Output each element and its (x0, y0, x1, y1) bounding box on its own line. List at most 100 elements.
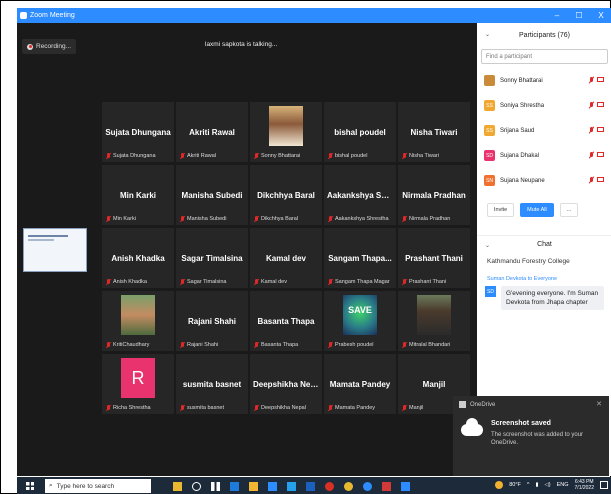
participant-list-item[interactable]: SN Sujana Neupane (477, 168, 611, 193)
clock[interactable]: 6:43 PM 7/1/2022 (575, 479, 594, 491)
app-icon[interactable] (382, 481, 391, 491)
participant-name: bishal poudel (335, 153, 368, 159)
participant-tile[interactable]: Mamata Pandey Mamata Pandey (324, 354, 396, 414)
invite-button[interactable]: Invite (487, 203, 515, 217)
browser-icon[interactable] (344, 481, 353, 491)
participant-list-item[interactable]: Sonny Bhattarai (477, 68, 611, 93)
participant-tile[interactable]: Nisha Tiwari Nisha Tiwari (398, 102, 470, 162)
zoom-meeting-icon[interactable] (401, 481, 410, 491)
participant-tile[interactable]: Mitralal Bhandari (398, 291, 470, 351)
app-icon[interactable] (287, 481, 296, 491)
participant-status-icons (589, 127, 604, 133)
participant-tile[interactable]: susmita basnet susmita basnet (176, 354, 248, 414)
participant-list-item[interactable]: SS Srijana Saud (477, 118, 611, 143)
participant-video (121, 295, 155, 335)
mic-muted-icon (254, 405, 259, 411)
participant-display-name: Kamal dev (265, 254, 307, 263)
participant-tile[interactable]: SAVE Prabesh poudel (324, 291, 396, 351)
participant-name-label: Mitralal Bhandari (402, 342, 468, 348)
more-options-button[interactable]: ... (559, 203, 579, 217)
participant-status-icons (589, 77, 604, 83)
participant-list-item[interactable]: SD Sujana Dhakal (477, 143, 611, 168)
participant-search-input[interactable]: Find a participant (481, 49, 608, 64)
recording-label: Recording... (36, 43, 72, 50)
onedrive-notification[interactable]: OneDrive ✕ Screenshot saved The screensh… (453, 396, 609, 476)
participant-tile[interactable]: Sangam Thapa... Sangam Thapa Magar (324, 228, 396, 288)
participant-tile[interactable]: Rajani Shahi Rajani Shahi (176, 291, 248, 351)
participant-tile[interactable]: Min Karki Min Karki (102, 165, 174, 225)
volume-icon[interactable]: ◁) (545, 482, 551, 488)
network-icon[interactable]: ▮ (536, 482, 539, 488)
participant-tile[interactable]: Deepshikha Nepal Deepshikha Nepal (250, 354, 322, 414)
active-speaker-label: laxmi sapkota is talking... (205, 41, 278, 48)
word-icon[interactable] (306, 481, 315, 491)
participant-tile[interactable]: Nirmala Pradhan Nirmala Pradhan (398, 165, 470, 225)
recording-indicator[interactable]: Recording... (22, 39, 77, 54)
chevron-up-icon[interactable]: ^ (527, 482, 530, 488)
participant-tile[interactable]: Akriti Rawal Akriti Rawal (176, 102, 248, 162)
mute-all-button[interactable]: Mute All (520, 203, 554, 217)
notifications-icon[interactable] (600, 481, 608, 489)
app-thumbnail-icon[interactable] (173, 481, 182, 491)
participant-list-name: Sujana Neupane (500, 177, 545, 184)
mic-muted-icon (254, 153, 259, 159)
close-button[interactable]: X (590, 8, 611, 23)
participant-name-label: Deepshikha Nepal (254, 405, 320, 411)
cortana-icon[interactable] (192, 481, 201, 491)
participant-tile[interactable]: bishal poudel bishal poudel (324, 102, 396, 162)
weather-temp[interactable]: 80°F (509, 482, 521, 488)
taskbar-search-input[interactable]: ⌕ Type here to search (45, 479, 151, 493)
zoom-app-icon (20, 12, 27, 19)
participant-name: Prabesh poudel (335, 342, 374, 348)
participant-name-label: Nirmala Pradhan (402, 216, 468, 222)
mic-muted-icon (589, 127, 594, 133)
participant-avatar: SS (484, 100, 495, 111)
participant-list-item[interactable]: SS Soniya Shrestha (477, 93, 611, 118)
participant-name-label: Manisha Subedi (180, 216, 246, 222)
chrome-icon[interactable] (325, 481, 334, 491)
collapse-chevron-icon[interactable]: ⌄ (485, 31, 490, 38)
video-overlay-text: SAVE (348, 305, 372, 315)
chat-previous-message: Kathmandu Forestry College (487, 258, 570, 265)
participant-display-name: Min Karki (119, 191, 156, 200)
participant-tile[interactable]: Sonny Bhattarai (250, 102, 322, 162)
edge-icon[interactable] (230, 481, 239, 491)
participant-tile[interactable]: KritiChaudhary (102, 291, 174, 351)
weather-icon[interactable] (495, 481, 504, 489)
task-view-icon[interactable] (211, 481, 220, 491)
participant-display-name: Sagar Timalsina (181, 254, 243, 263)
file-explorer-icon[interactable] (249, 481, 258, 491)
participant-avatar: SN (484, 175, 495, 186)
notification-body: The screenshot was added to your OneDriv… (491, 432, 584, 446)
language-indicator[interactable]: ENG (557, 482, 569, 488)
collapse-chevron-icon[interactable]: ⌄ (485, 242, 490, 249)
minimize-button[interactable]: – (546, 8, 568, 23)
maximize-button[interactable]: ☐ (568, 8, 590, 23)
participants-header: ⌄ Participants (76) (477, 23, 611, 47)
participant-name: Nisha Tiwari (409, 153, 439, 159)
participant-tile[interactable]: Sagar Timalsina Sagar Timalsina (176, 228, 248, 288)
participant-tile[interactable]: Manisha Subedi Manisha Subedi (176, 165, 248, 225)
participant-tile[interactable]: Basanta Thapa Basanta Thapa (250, 291, 322, 351)
taskbar-apps (173, 481, 410, 491)
participant-tile[interactable]: Aakankshya Shr... Aakankshya Shrestha (324, 165, 396, 225)
participant-tile[interactable]: Anish Khadka Anish Khadka (102, 228, 174, 288)
mic-muted-icon (328, 405, 333, 411)
participant-name: Mamata Pandey (335, 405, 376, 411)
participant-tile[interactable]: Dikchhya Baral Dikchhya Baral (250, 165, 322, 225)
screen-share-thumbnail[interactable] (23, 228, 87, 272)
participant-name-label: Mamata Pandey (328, 405, 394, 411)
participant-tile[interactable]: Sujata Dhungana Sujata Dhungana (102, 102, 174, 162)
notification-close-icon[interactable]: ✕ (596, 400, 602, 408)
participant-tile[interactable]: Kamal dev Kamal dev (250, 228, 322, 288)
participant-tile[interactable]: R Richa Shrestha (102, 354, 174, 414)
participant-actions: Invite Mute All ... (477, 193, 611, 217)
participant-name: Dikchhya Baral (261, 216, 298, 222)
participant-display-name: Deepshikha Nepal (253, 380, 322, 389)
store-icon[interactable] (268, 481, 277, 491)
windows-start-icon[interactable] (23, 479, 37, 493)
zoom-taskbar-icon[interactable] (363, 481, 372, 491)
participant-video (417, 295, 451, 335)
participant-tile[interactable]: Prashant Thani Prashant Thani (398, 228, 470, 288)
video-off-icon (597, 77, 604, 82)
